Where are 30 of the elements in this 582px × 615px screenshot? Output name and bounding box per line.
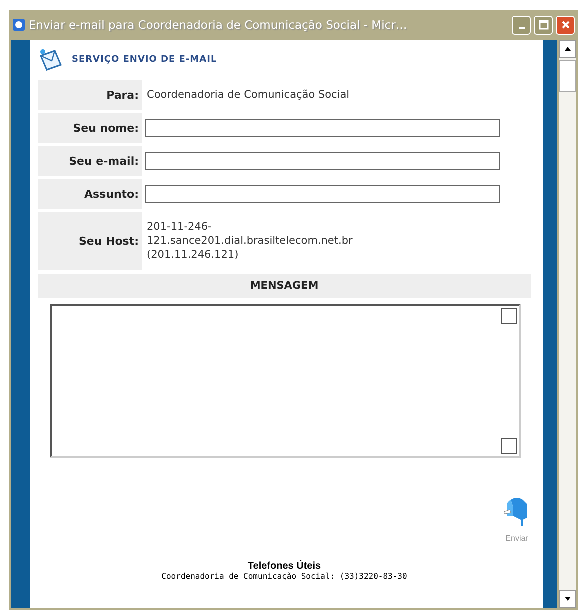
window-title: Enviar e-mail para Coordenadoria de Comunicação Social - Micr… [29, 18, 408, 32]
field-label: Para: [106, 88, 139, 102]
input-field[interactable] [145, 152, 500, 170]
field-label: Assunto: [84, 188, 139, 200]
minimize-icon [518, 27, 524, 29]
up-arrow-icon [564, 45, 572, 53]
scroll-up-button[interactable] [559, 40, 576, 58]
browser-icon [12, 18, 26, 32]
maximize-icon [538, 20, 548, 30]
send-button[interactable]: Enviar [503, 496, 531, 543]
field-value: Coordenadoria de Comunicação Social [146, 88, 350, 102]
input-field[interactable] [145, 119, 500, 137]
section-heading: MENSAGEM [38, 274, 531, 298]
field-label: Seu e-mail: [69, 154, 139, 168]
close-icon [560, 20, 570, 30]
field-label: Seu Host: [78, 234, 139, 248]
header-title: SERVIÇO ENVIO DE E-MAIL [72, 55, 218, 65]
scroll-thumb[interactable] [559, 60, 576, 92]
field-value: 201-11-246-121.sance201.dial.brasiltelecom.net.br (201.11.246.121) [146, 220, 354, 262]
envelope-icon [38, 48, 64, 72]
footer-text: Coordenadoria de Comunicação Social: (33)3220-83-30 [162, 572, 408, 581]
maximize-button[interactable] [534, 16, 553, 34]
footer-title: Telefones Úteis [248, 561, 322, 572]
close-button[interactable] [556, 16, 575, 34]
scroll-down-button[interactable] [559, 590, 576, 608]
field-label: Seu nome: [73, 122, 139, 134]
down-arrow-icon [564, 595, 572, 603]
minimize-button[interactable] [512, 16, 531, 34]
input-field[interactable] [145, 185, 500, 203]
scrollbar[interactable] [559, 40, 576, 608]
